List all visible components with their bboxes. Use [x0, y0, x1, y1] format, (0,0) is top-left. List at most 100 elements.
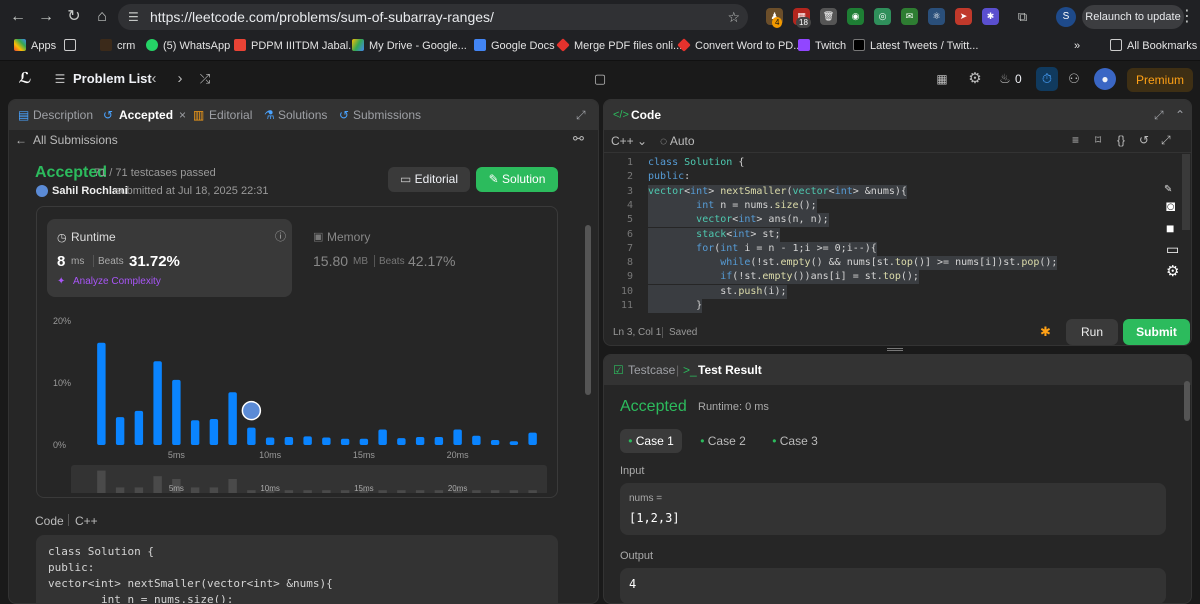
site-info-icon[interactable]: ☰ [128, 4, 139, 30]
streak-count: 0 [1015, 72, 1022, 86]
user-avatar[interactable]: ● [1094, 68, 1116, 90]
close-tab-icon[interactable]: × [179, 100, 186, 130]
wifi-extension-icon[interactable]: ◉ [847, 8, 864, 25]
bookmark-merge-pdf[interactable]: Merge PDF files onli... [556, 38, 682, 54]
timer-icon[interactable]: ⏱ [1036, 67, 1058, 91]
share-link-icon[interactable]: ⚯ [573, 131, 584, 147]
runtime-distribution-chart[interactable]: 20% 10% 0% 5ms 10ms 15ms 20ms 5ms 10ms 15ms 20ms [37, 305, 557, 493]
panel-maximize-icon[interactable]: ⤢ [576, 100, 586, 130]
bookmark-icon[interactable]: ⌑ [1095, 133, 1101, 147]
submitted-code-block[interactable]: class Solution { public: vector<int> nex… [36, 535, 558, 603]
extension-icon[interactable]: ✎ [1164, 184, 1172, 195]
home-icon[interactable]: ⌂ [90, 6, 114, 28]
bookmark-label: All Bookmarks [1127, 40, 1198, 52]
bookmark-drive[interactable]: My Drive - Google... [352, 38, 467, 54]
react-extension-icon[interactable]: ⚛ [928, 8, 945, 25]
more-bookmarks[interactable]: » [1074, 38, 1080, 54]
tab-testcase[interactable]: Testcase [628, 355, 675, 385]
runtime-card[interactable]: ◷ Runtime ⓘ 8 ms Beats 31.72% ✦ Analyze … [47, 219, 292, 297]
bookmark-grid[interactable] [64, 38, 81, 54]
profile-avatar[interactable]: S [1056, 7, 1076, 27]
extension-icon[interactable]: ✱ [982, 8, 999, 25]
all-bookmarks[interactable]: All Bookmarks [1110, 38, 1197, 54]
video-icon[interactable]: ■ [1166, 220, 1174, 236]
run-button[interactable]: Run [1066, 319, 1118, 345]
camera-icon[interactable]: ◙ [1166, 198, 1175, 215]
next-problem-icon[interactable]: › [172, 61, 188, 97]
submit-button[interactable]: Submit [1123, 319, 1190, 345]
bookmark-docs[interactable]: Google Docs [474, 38, 555, 54]
solution-button[interactable]: ✎ Solution [476, 167, 558, 192]
bookmark-twitch[interactable]: Twitch [798, 38, 846, 54]
shuffle-icon[interactable]: ⤮ [196, 61, 214, 97]
extensions-puzzle-icon[interactable]: ⧉ [1014, 8, 1031, 25]
address-bar[interactable]: ☰ https://leetcode.com/problems/sum-of-s… [118, 4, 748, 30]
language-value: C++ [611, 134, 634, 148]
add-friend-icon[interactable]: ⚇ [1064, 61, 1084, 97]
back-icon[interactable]: ← [6, 6, 30, 28]
extension-icon[interactable]: ➤ [955, 8, 972, 25]
output-box[interactable]: 4 [620, 568, 1166, 603]
language-select[interactable]: C++ ⌄ [611, 134, 647, 148]
leetcode-logo-icon[interactable]: ℒ [14, 61, 36, 97]
trash-extension-icon[interactable]: 🗑 [820, 8, 837, 25]
line-number: 11 [620, 300, 633, 311]
tab-solutions[interactable]: Solutions [278, 100, 327, 130]
bookmark-star-icon[interactable]: ☆ [727, 4, 740, 30]
premium-button[interactable]: Premium [1127, 68, 1193, 92]
fullscreen-icon[interactable]: ⤢ [1161, 133, 1171, 148]
relaunch-button[interactable]: Relaunch to update [1082, 5, 1184, 29]
format-icon[interactable]: ≡ [1072, 133, 1079, 147]
settings-gear-icon[interactable]: ⚙ [966, 61, 984, 97]
tab-editorial[interactable]: Editorial [209, 100, 252, 130]
info-icon[interactable]: ⓘ [275, 228, 286, 244]
case-3-tab[interactable]: • Case 3 [764, 429, 826, 453]
problem-list-link[interactable]: Problem List [73, 61, 152, 97]
save-status: Saved [669, 327, 698, 338]
prev-problem-icon[interactable]: ‹ [146, 61, 162, 97]
edit-icon: ✎ [488, 172, 499, 186]
window-icon[interactable]: ▭ [1166, 241, 1179, 258]
bookmark-convert-word[interactable]: Convert Word to PD... [677, 38, 802, 54]
resize-handle[interactable] [887, 348, 903, 351]
left-scrollbar[interactable] [585, 225, 591, 395]
bookmark-crm[interactable]: crm [100, 38, 135, 54]
memory-card[interactable]: ▣ Memory 15.80 MB Beats 42.17% [303, 219, 548, 297]
streak-fire-icon[interactable]: ♨ [998, 61, 1012, 97]
tab-test-result[interactable]: Test Result [698, 355, 762, 385]
notes-icon[interactable]: ▢ [591, 61, 609, 97]
maximize-icon[interactable]: ⤢ [1154, 100, 1164, 130]
menu-dots-icon[interactable]: ⋮ [1178, 6, 1196, 28]
tab-description[interactable]: Description [33, 100, 93, 130]
analyze-complexity-link[interactable]: Analyze Complexity [73, 276, 161, 287]
tab-submissions[interactable]: Submissions [353, 100, 421, 130]
case-label: Case 3 [779, 434, 818, 448]
pass-dot-icon: • [772, 434, 777, 448]
settings-icon[interactable]: ⚙ [1166, 262, 1179, 280]
tab-accepted[interactable]: Accepted [119, 100, 173, 130]
layout-icon[interactable]: ▦ [934, 61, 950, 97]
result-scrollbar[interactable] [1184, 381, 1190, 421]
code-editor[interactable]: 1 class Solution {2 public: 3 vector<int> ne… [604, 156, 1169, 321]
reload-icon[interactable]: ↻ [62, 6, 86, 28]
runtime-bar [247, 427, 256, 445]
case-2-tab[interactable]: • Case 2 [692, 429, 754, 453]
debug-icon[interactable]: ✱ [1040, 324, 1051, 340]
extension-icon[interactable]: ◎ [874, 8, 891, 25]
braces-icon[interactable]: {} [1117, 133, 1125, 147]
collapse-icon[interactable]: ⌃ [1175, 100, 1185, 130]
case-1-tab[interactable]: • Case 1 [620, 429, 682, 453]
bookmark-apps[interactable]: Apps [14, 38, 56, 54]
reset-icon[interactable]: ↺ [1139, 133, 1149, 147]
auto-mode[interactable]: ◌ Auto [660, 134, 695, 148]
code-line: int n = nums.size(); [648, 198, 817, 213]
bookmark-whatsapp[interactable]: (5) WhatsApp [146, 38, 230, 54]
bookmark-pdpm[interactable]: PDPM IIITDM Jabal... [234, 38, 357, 54]
input-box[interactable]: nums = [1,2,3] [620, 483, 1166, 535]
forward-icon[interactable]: → [34, 6, 58, 28]
mail-extension-icon[interactable]: ✉ [901, 8, 918, 25]
bookmark-twitter[interactable]: Latest Tweets / Twitt... [853, 38, 978, 54]
all-submissions-link[interactable]: All Submissions [33, 132, 118, 148]
back-arrow-icon[interactable]: ← [15, 132, 27, 148]
editorial-button[interactable]: ▭ Editorial [388, 167, 470, 192]
